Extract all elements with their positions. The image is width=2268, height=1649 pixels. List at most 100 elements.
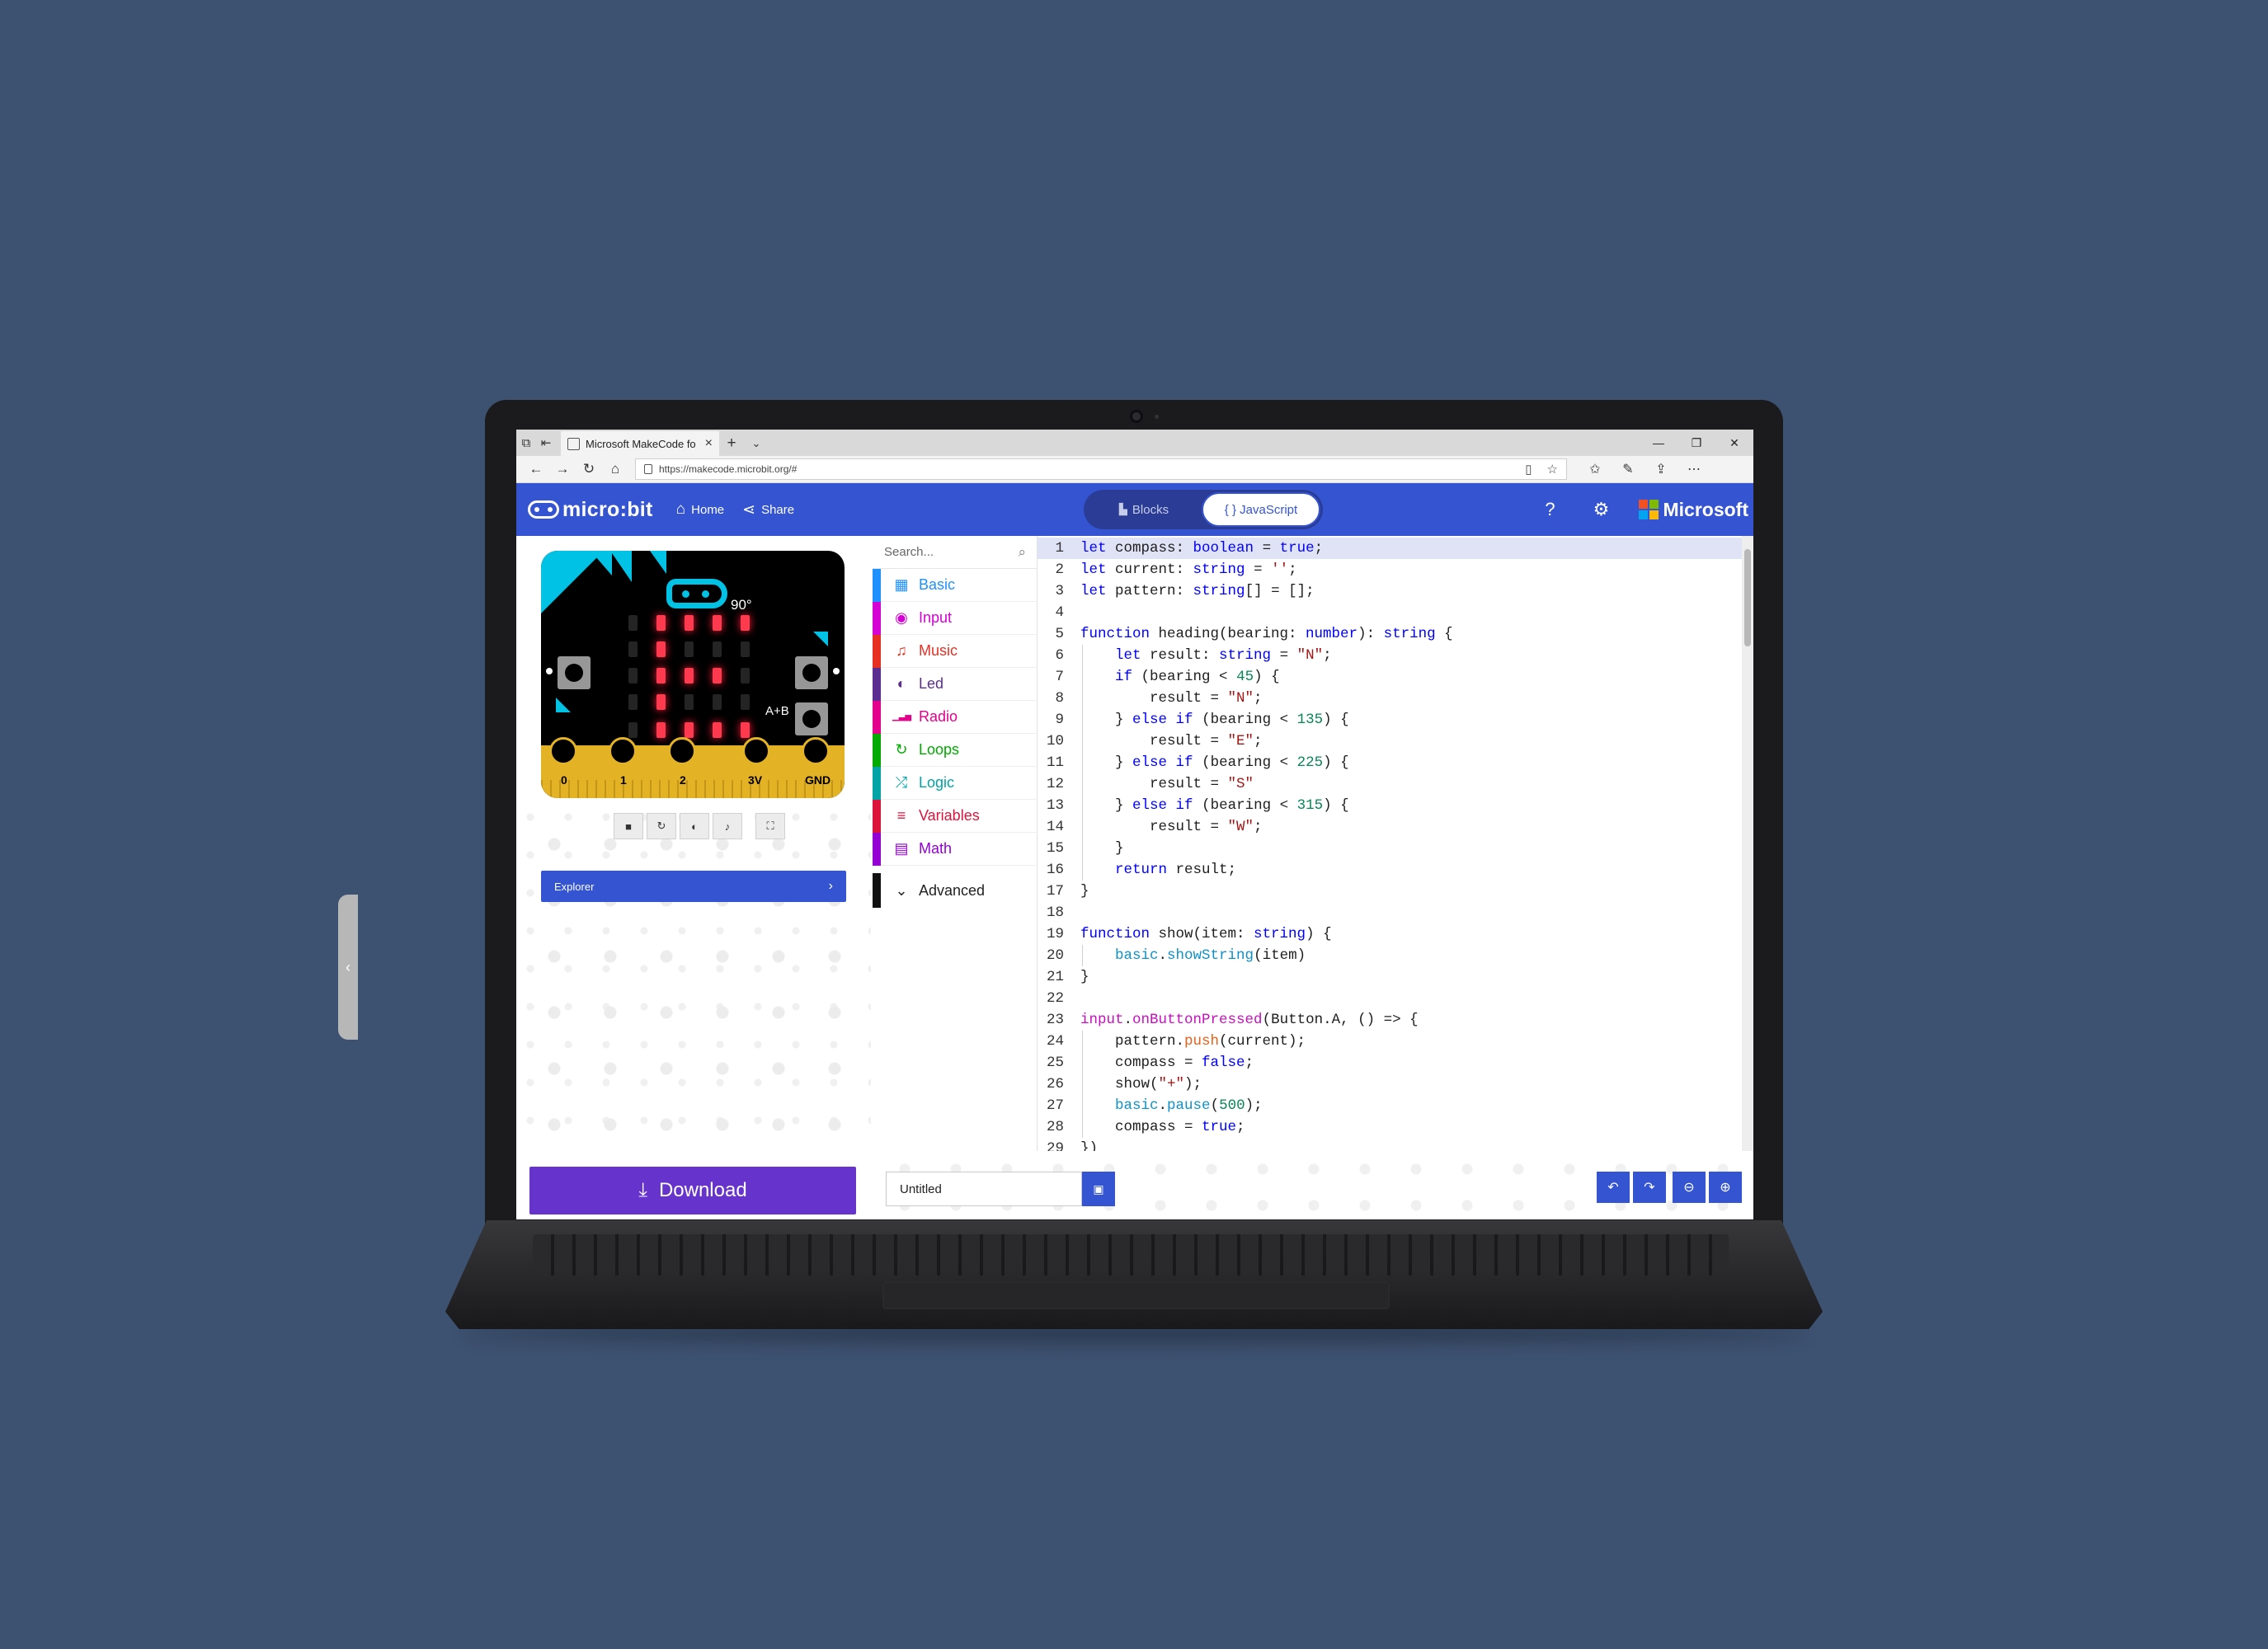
code-line[interactable]: 9 } else if (bearing < 135) {	[1038, 709, 1742, 731]
set-aside-tabs-icon[interactable]: ⇤	[536, 430, 556, 456]
close-window-icon[interactable]: ✕	[1715, 430, 1753, 456]
house-icon: ⌂	[675, 500, 686, 518]
tab-actions-icon[interactable]: ⧉	[516, 430, 536, 456]
code-line[interactable]: 12 result = "S"	[1038, 773, 1742, 795]
home-icon[interactable]: ⌂	[602, 461, 628, 477]
code-line[interactable]: 20 basic.showString(item)	[1038, 945, 1742, 966]
favorites-icon[interactable]: ✩	[1579, 461, 1612, 477]
browser-tab[interactable]: Microsoft MakeCode fo ×	[561, 431, 719, 456]
favorite-star-icon[interactable]: ☆	[1547, 462, 1558, 477]
pin-1[interactable]	[609, 737, 637, 765]
tab-close-icon[interactable]: ×	[705, 436, 713, 451]
code-line[interactable]: 2 let current: string = '';	[1038, 559, 1742, 580]
pin-3v[interactable]	[742, 737, 770, 765]
code-line[interactable]: 18	[1038, 902, 1742, 923]
toolbox-search[interactable]: Search... ⌕	[873, 536, 1038, 569]
code-line[interactable]: 8 result = "N";	[1038, 688, 1742, 709]
redo-icon[interactable]: ↷	[1633, 1172, 1666, 1203]
zoom-out-icon[interactable]: ⊖	[1673, 1172, 1706, 1203]
restore-icon[interactable]: ❐	[1677, 430, 1715, 456]
search-input[interactable]: Search...	[884, 545, 934, 559]
forward-icon[interactable]: →	[549, 461, 576, 477]
pin-0[interactable]	[549, 737, 577, 765]
help-icon[interactable]: ?	[1525, 499, 1576, 520]
code-line[interactable]: 21}	[1038, 966, 1742, 988]
led-pixel	[656, 615, 666, 631]
code-line[interactable]: 1 let compass: boolean = true;	[1038, 538, 1742, 559]
back-icon[interactable]: ←	[523, 461, 549, 477]
settings-gear-icon[interactable]: ⚙	[1576, 499, 1627, 520]
toolbox-advanced[interactable]: ⌄ Advanced	[873, 873, 1038, 908]
zoom-in-icon[interactable]: ⊕	[1709, 1172, 1742, 1203]
code-line[interactable]: 24 pattern.push(current);	[1038, 1031, 1742, 1052]
editor-scrollbar[interactable]	[1742, 536, 1753, 1151]
fullscreen-icon[interactable]: ⛶	[755, 813, 785, 839]
project-name-input[interactable]: Untitled	[886, 1172, 1082, 1206]
toolbox-category-basic[interactable]: ▦ Basic	[873, 568, 1038, 602]
stop-icon[interactable]: ■	[614, 813, 643, 839]
save-button[interactable]: ▣	[1082, 1172, 1115, 1206]
toolbox-category-loops[interactable]: ↻ Loops	[873, 733, 1038, 767]
code-line[interactable]: 26 show("+");	[1038, 1073, 1742, 1095]
scrollbar-thumb[interactable]	[1744, 549, 1751, 646]
simulator-collapse-handle[interactable]: ‹	[338, 895, 358, 1040]
refresh-icon[interactable]: ↻	[576, 461, 602, 477]
code-line[interactable]: 5 function heading(bearing: number): stri…	[1038, 623, 1742, 645]
explorer-button[interactable]: Explorer ›	[541, 871, 846, 902]
url-field[interactable]: https://makecode.microbit.org/# ▯ ☆	[635, 458, 1567, 480]
code-line[interactable]: 23 input.onButtonPressed(Button.A, () => …	[1038, 1009, 1742, 1031]
keyboard	[533, 1234, 1729, 1276]
undo-icon[interactable]: ↶	[1597, 1172, 1630, 1203]
code-line[interactable]: 19 function show(item: string) {	[1038, 923, 1742, 945]
code-line[interactable]: 6 let result: string = "N";	[1038, 645, 1742, 666]
restart-icon[interactable]: ↻	[647, 813, 676, 839]
share-button[interactable]: ⋖ Share	[742, 500, 794, 519]
code-line[interactable]: 16 return result;	[1038, 859, 1742, 881]
code-line[interactable]: 14 result = "W";	[1038, 816, 1742, 838]
javascript-tab[interactable]: { } JavaScript	[1202, 492, 1320, 527]
more-icon[interactable]: ⋯	[1677, 461, 1710, 477]
pin-2[interactable]	[668, 737, 696, 765]
code-line[interactable]: 7 if (bearing < 45) {	[1038, 666, 1742, 688]
project-name: Untitled	[900, 1182, 942, 1196]
toolbox-category-music[interactable]: ♫ Music	[873, 634, 1038, 668]
code-line[interactable]: 3 let pattern: string[] = [];	[1038, 580, 1742, 602]
minimize-icon[interactable]: —	[1640, 430, 1677, 456]
code-line[interactable]: 13 } else if (bearing < 315) {	[1038, 795, 1742, 816]
download-button[interactable]: ⤓ Download	[529, 1167, 856, 1214]
share-page-icon[interactable]: ⇪	[1645, 461, 1677, 477]
home-button[interactable]: ⌂ Home	[676, 500, 725, 519]
button-ab[interactable]	[795, 702, 828, 735]
toolbox-category-logic[interactable]: ⤮ Logic	[873, 766, 1038, 800]
toolbox-category-math[interactable]: ▤ Math	[873, 832, 1038, 866]
code-editor[interactable]: 1 let compass: boolean = true; 2 let curren…	[1038, 536, 1742, 1151]
toolbox-category-radio[interactable]: ▁▃▅ Radio	[873, 700, 1038, 734]
toolbox-category-input[interactable]: ◉ Input	[873, 601, 1038, 635]
code-line[interactable]: 28 compass = true;	[1038, 1116, 1742, 1138]
pen-icon[interactable]: ✎	[1612, 461, 1645, 477]
code-line[interactable]: 11 } else if (bearing < 225) {	[1038, 752, 1742, 773]
microbit-board[interactable]: 90° A+B 0 1 2 3V GND	[541, 551, 845, 798]
toolbox-category-variables[interactable]: ≡ Variables	[873, 799, 1038, 833]
code-line[interactable]: 15 }	[1038, 838, 1742, 859]
button-a[interactable]	[558, 656, 591, 689]
new-tab-icon[interactable]: +	[719, 431, 744, 456]
code-line[interactable]: 17}	[1038, 881, 1742, 902]
code-line[interactable]: 4	[1038, 602, 1742, 623]
slow-motion-icon[interactable]: ◐	[680, 813, 709, 839]
button-b[interactable]	[795, 656, 828, 689]
pin-gnd[interactable]	[802, 737, 830, 765]
category-label: Led	[919, 675, 944, 692]
mute-icon[interactable]: ♪	[713, 813, 742, 839]
reading-view-icon[interactable]: ▯	[1525, 462, 1532, 477]
microbit-logo[interactable]: micro:bit	[528, 498, 653, 522]
microsoft-logo[interactable]: Microsoft	[1638, 499, 1748, 521]
code-line[interactable]: 25 compass = false;	[1038, 1052, 1742, 1073]
code-line[interactable]: 22	[1038, 988, 1742, 1009]
tab-list-chevron-icon[interactable]: ⌄	[744, 431, 769, 456]
toolbox-category-led[interactable]: ◐ Led	[873, 667, 1038, 701]
code-line[interactable]: 29})	[1038, 1138, 1742, 1151]
code-line[interactable]: 27 basic.pause(500);	[1038, 1095, 1742, 1116]
blocks-tab[interactable]: ▙ Blocks	[1086, 492, 1202, 527]
code-line[interactable]: 10 result = "E";	[1038, 731, 1742, 752]
